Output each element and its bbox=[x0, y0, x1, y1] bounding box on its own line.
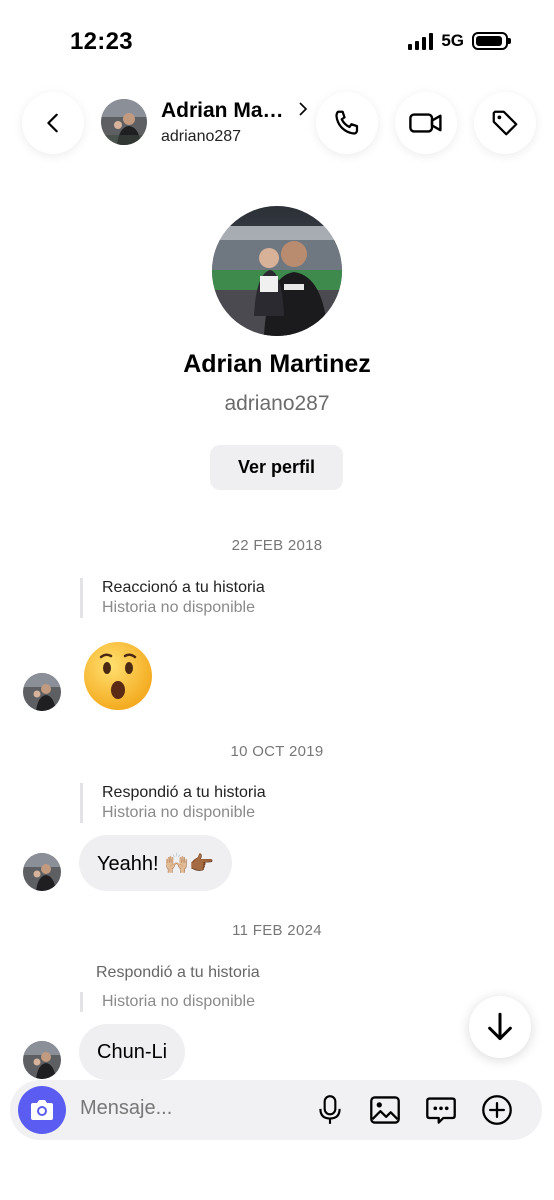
add-button[interactable] bbox=[479, 1092, 515, 1128]
surprised-face-icon bbox=[84, 642, 152, 710]
network-label: 5G bbox=[441, 31, 464, 50]
header-avatar[interactable] bbox=[101, 99, 147, 145]
microphone-icon bbox=[319, 1095, 341, 1124]
gallery-icon bbox=[370, 1096, 400, 1124]
status-bar: 12:23 5G bbox=[0, 0, 554, 80]
tag-icon bbox=[492, 110, 518, 136]
sticker-button[interactable] bbox=[423, 1092, 459, 1128]
status-time: 12:23 bbox=[70, 28, 133, 55]
story-action: Reaccionó a tu historia bbox=[102, 579, 265, 596]
message-input[interactable] bbox=[80, 1097, 280, 1120]
microphone-button[interactable] bbox=[312, 1092, 348, 1128]
view-profile-button[interactable]: Ver perfil bbox=[210, 445, 343, 490]
message-avatar[interactable] bbox=[23, 673, 61, 711]
message-bubble[interactable]: Yeahh! 🙌🏼👉🏾 bbox=[79, 835, 232, 891]
signal-icon bbox=[408, 32, 434, 50]
story-status: Historia no disponible bbox=[102, 993, 255, 1010]
scroll-to-bottom-button[interactable] bbox=[469, 996, 531, 1058]
header-contact-name[interactable]: Adrian Ma… bbox=[161, 99, 296, 123]
profile-username: adriano287 bbox=[224, 392, 330, 415]
header-username: adriano287 bbox=[161, 128, 242, 145]
date-separator: 22 FEB 2018 bbox=[231, 537, 323, 554]
audio-call-button[interactable] bbox=[316, 92, 378, 154]
video-call-button[interactable] bbox=[395, 92, 457, 154]
plus-icon bbox=[482, 1095, 512, 1125]
story-action: Respondió a tu historia bbox=[96, 964, 260, 981]
message-bubble[interactable]: Chun-Li bbox=[79, 1024, 186, 1080]
arrow-down-icon bbox=[488, 1012, 512, 1041]
profile-picture[interactable] bbox=[212, 206, 342, 336]
profile-name: Adrian Martinez bbox=[183, 350, 371, 378]
message-composer bbox=[10, 1080, 542, 1140]
story-action: Respondió a tu historia bbox=[102, 784, 266, 801]
camera-icon bbox=[31, 1100, 53, 1120]
story-status: Historia no disponible bbox=[102, 804, 255, 821]
date-separator: 11 FEB 2024 bbox=[232, 922, 322, 939]
video-camera-icon bbox=[409, 113, 442, 133]
chevron-right-icon bbox=[298, 101, 308, 121]
story-reference[interactable]: Respondió a tu historia Historia no disp… bbox=[80, 783, 266, 823]
date-separator: 10 OCT 2019 bbox=[230, 743, 324, 760]
sticker-icon bbox=[426, 1097, 456, 1124]
chevron-left-icon bbox=[47, 113, 58, 133]
phone-icon bbox=[335, 110, 359, 135]
message-avatar[interactable] bbox=[23, 853, 61, 891]
story-reference[interactable]: Historia no disponible bbox=[80, 992, 255, 1012]
tag-button[interactable] bbox=[474, 92, 536, 154]
status-indicators: 5G bbox=[408, 31, 511, 51]
story-reference[interactable]: Reaccionó a tu historia Historia no disp… bbox=[80, 578, 265, 618]
message-avatar[interactable] bbox=[23, 1041, 61, 1079]
back-button[interactable] bbox=[22, 92, 84, 154]
battery-icon bbox=[472, 32, 511, 50]
camera-button[interactable] bbox=[18, 1086, 66, 1134]
story-status: Historia no disponible bbox=[102, 599, 255, 616]
message-emoji[interactable] bbox=[82, 640, 154, 712]
gallery-button[interactable] bbox=[367, 1092, 403, 1128]
